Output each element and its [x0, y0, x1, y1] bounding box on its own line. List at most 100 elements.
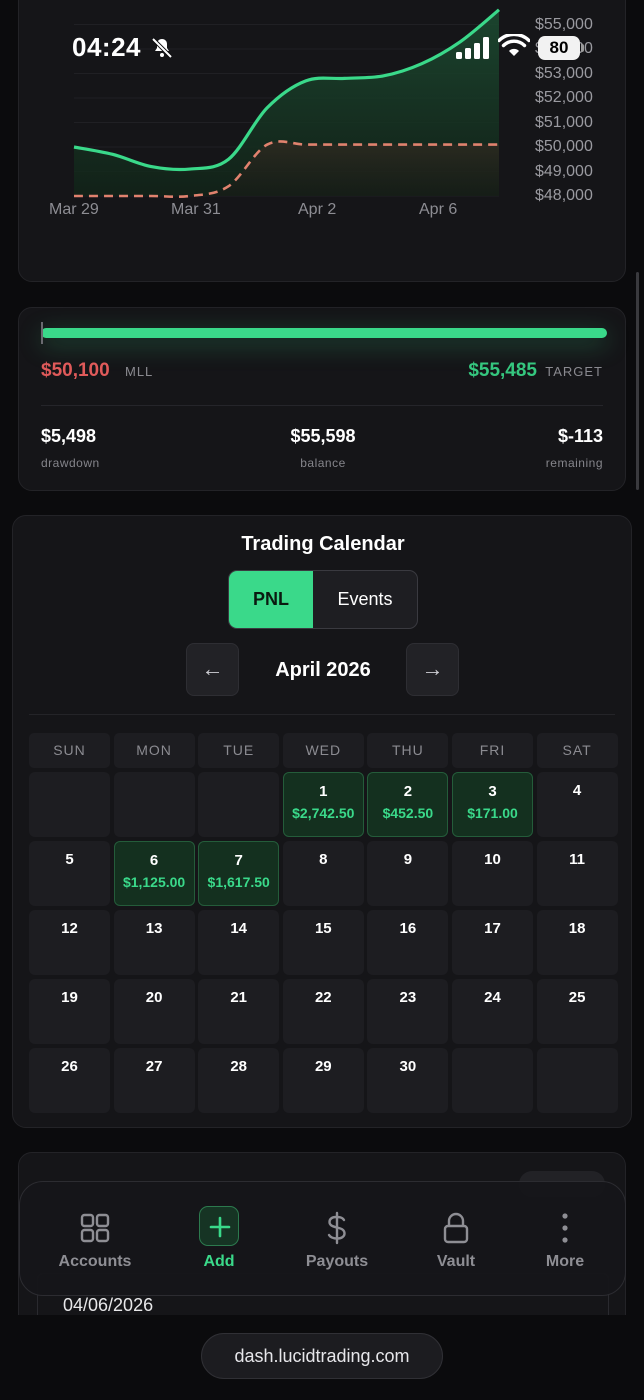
calendar-day[interactable]: 12 — [29, 910, 110, 975]
calendar-day[interactable]: 30 — [367, 1048, 449, 1113]
day-number: 22 — [314, 989, 332, 1006]
calendar-day[interactable]: 20 — [113, 979, 195, 1044]
day-number: 30 — [399, 1058, 417, 1075]
calendar-day[interactable]: 9 — [367, 841, 449, 906]
calendar-day[interactable]: 21 — [198, 979, 280, 1044]
weekday-header: FRI — [452, 733, 533, 768]
day-number: 16 — [399, 920, 417, 937]
weekday-header: MON — [113, 733, 195, 768]
day-number: 6 — [149, 852, 159, 869]
stat-drawdown: $5,498 drawdown — [41, 426, 100, 470]
calendar-day[interactable]: 2 $452.50 — [367, 772, 449, 837]
stat-value: $-113 — [557, 426, 603, 446]
target-progress-bar — [41, 322, 607, 344]
day-number: 18 — [568, 920, 586, 937]
y-tick-label: $52,000 — [535, 89, 593, 106]
day-number: 2 — [403, 783, 413, 800]
toggle-pnl[interactable]: PNL — [229, 571, 313, 628]
calendar-day[interactable]: 18 — [536, 910, 618, 975]
calendar-day[interactable]: 8 — [282, 841, 364, 906]
calendar-title: Trading Calendar — [241, 533, 405, 555]
calendar-day[interactable]: 7 $1,617.50 — [198, 841, 280, 906]
status-bar: 04:24 80 — [0, 0, 644, 90]
day-number: 24 — [484, 989, 501, 1006]
target-value: $55,485 — [468, 360, 537, 381]
divider — [41, 405, 603, 406]
silent-bell-icon — [151, 37, 173, 59]
day-number: 29 — [314, 1058, 332, 1075]
calendar-empty-cell — [29, 772, 110, 837]
calendar-day[interactable]: 24 — [452, 979, 533, 1044]
calendar-day[interactable]: 26 — [29, 1048, 110, 1113]
day-pnl: $1,125.00 — [122, 874, 186, 890]
toggle-events[interactable]: Events — [313, 571, 417, 628]
stat-value: $55,598 — [290, 426, 356, 446]
day-number: 7 — [234, 852, 243, 869]
calendar-day[interactable]: 17 — [452, 910, 533, 975]
calendar-empty-cell — [536, 1048, 618, 1113]
x-tick-label: Apr 6 — [419, 201, 458, 218]
target-label: TARGET — [545, 364, 603, 379]
day-number: 3 — [488, 783, 497, 800]
day-number: 26 — [61, 1058, 78, 1075]
calendar-day[interactable]: 25 — [536, 979, 618, 1044]
y-tick-label: $48,000 — [535, 187, 593, 204]
wifi-icon — [498, 34, 530, 56]
battery-level: 80 — [538, 36, 580, 60]
y-tick-label: $51,000 — [535, 113, 593, 131]
calendar-day[interactable]: 11 — [536, 841, 618, 906]
tab-payouts[interactable]: Payouts — [282, 1182, 392, 1297]
x-tick-label: Mar 31 — [171, 201, 221, 218]
scrollbar[interactable] — [636, 272, 639, 490]
day-number: 19 — [61, 989, 78, 1006]
day-number: 15 — [314, 920, 332, 937]
add-box — [199, 1206, 239, 1246]
tab-more[interactable]: More — [510, 1182, 620, 1297]
day-pnl: $2,742.50 — [292, 805, 355, 821]
calendar-day[interactable]: 4 — [536, 772, 618, 837]
calendar-day[interactable]: 14 — [198, 910, 280, 975]
day-pnl: $171.00 — [467, 805, 518, 821]
calendar-day[interactable]: 29 — [282, 1048, 364, 1113]
status-time: 04:24 — [72, 32, 141, 62]
calendar-day[interactable]: 10 — [452, 841, 533, 906]
calendar-day[interactable]: 28 — [198, 1048, 280, 1113]
mll-value: $50,100 — [41, 360, 110, 381]
calendar-day[interactable]: 13 — [113, 910, 195, 975]
battery-icon: 80 — [538, 36, 584, 60]
weekday-header: SUN — [29, 733, 110, 768]
stat-value: $5,498 — [41, 426, 97, 446]
day-pnl: $452.50 — [382, 805, 434, 821]
day-number: 17 — [484, 920, 501, 937]
tab-label: Add — [203, 1253, 235, 1270]
next-month-button[interactable]: → — [406, 643, 459, 696]
tab-add[interactable]: Add — [164, 1182, 274, 1297]
tab-accounts[interactable]: Accounts — [40, 1182, 150, 1297]
calendar-day[interactable]: 19 — [29, 979, 110, 1044]
calendar-day[interactable]: 6 $1,125.00 — [113, 841, 195, 906]
weekday-header: TUE — [198, 733, 280, 768]
calendar-day[interactable]: 1 $2,742.50 — [282, 772, 364, 837]
stat-label: drawdown — [41, 456, 100, 470]
calendar-day[interactable]: 3 $171.00 — [452, 772, 533, 837]
calendar-empty-cell — [452, 1048, 533, 1113]
history-date: 04/06/2026 — [63, 1295, 154, 1315]
calendar-day[interactable]: 27 — [113, 1048, 195, 1113]
tab-vault[interactable]: Vault — [401, 1182, 511, 1297]
calendar-empty-cell — [113, 772, 195, 837]
url-bar[interactable]: dash.lucidtrading.com — [201, 1333, 443, 1379]
calendar-day[interactable]: 22 — [282, 979, 364, 1044]
bottom-tab-bar: Accounts Add Payouts Vault More — [19, 1181, 626, 1296]
day-number: 5 — [65, 851, 74, 868]
calendar-day[interactable]: 15 — [282, 910, 364, 975]
day-number: 28 — [230, 1058, 248, 1075]
tab-label: Payouts — [305, 1253, 369, 1270]
day-number: 13 — [145, 920, 163, 937]
calendar-day[interactable]: 5 — [29, 841, 110, 906]
calendar-day[interactable]: 23 — [367, 979, 449, 1044]
day-pnl: $1,617.50 — [207, 874, 270, 890]
day-number: 10 — [484, 851, 501, 868]
day-number: 1 — [319, 783, 328, 800]
weekday-header: WED — [282, 733, 364, 768]
calendar-day[interactable]: 16 — [367, 910, 449, 975]
